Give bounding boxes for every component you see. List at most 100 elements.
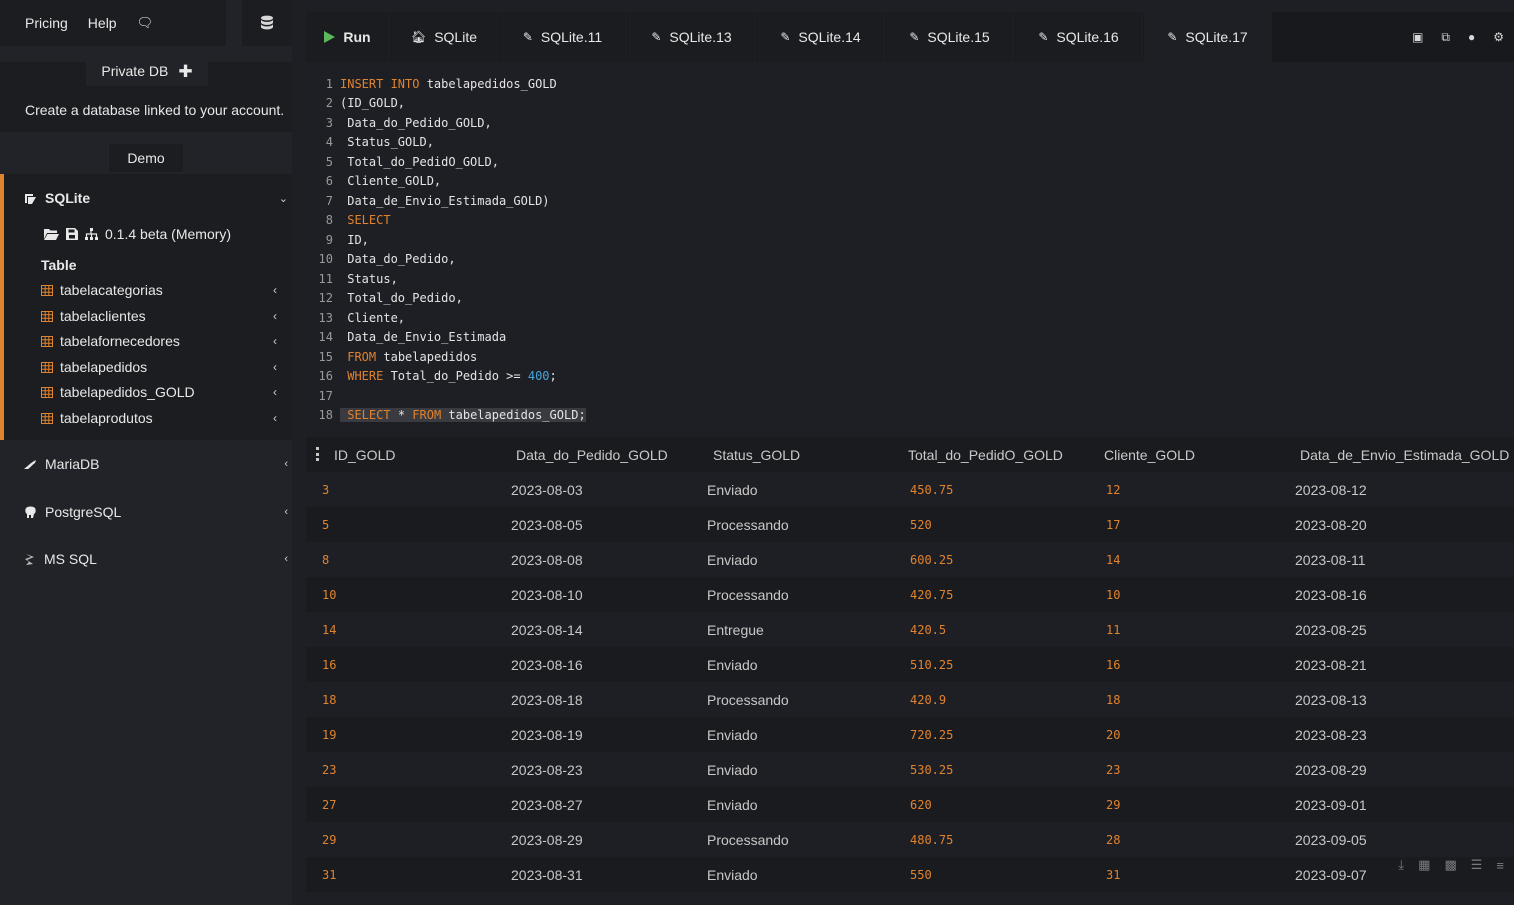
- sidebar-item-mariadb[interactable]: MariaDB ‹: [24, 456, 288, 472]
- table-row[interactable]: 5 2023-08-05 Processando 520 17 2023-08-20: [306, 507, 1514, 542]
- download-icon[interactable]: ⤓: [1398, 857, 1404, 873]
- table-cell: 16: [322, 657, 337, 672]
- table-cell: 14: [322, 622, 337, 637]
- sitemap-icon[interactable]: [85, 227, 98, 241]
- line-number: 1: [325, 76, 333, 91]
- folder-open-icon[interactable]: [44, 228, 59, 240]
- table-row[interactable]: 23 2023-08-23 Enviado 530.25 23 2023-08-29: [306, 752, 1514, 787]
- line-number: 11: [318, 271, 333, 286]
- table-row[interactable]: 10 2023-08-10 Processando 420.75 10 2023-08-1…: [306, 577, 1514, 612]
- tab-sqlite-13[interactable]: ✎ SQLite.13: [628, 12, 756, 62]
- help-link[interactable]: Help: [88, 15, 117, 31]
- sqlite-version: 0.1.4 beta (Memory): [105, 226, 232, 242]
- line-number: 3: [325, 115, 333, 130]
- table-cell: 2023-08-05: [511, 516, 583, 533]
- tab-sqlite[interactable]: 🏠︎ SQLite: [391, 12, 498, 62]
- tab-label: SQLite.17: [1185, 29, 1248, 45]
- table-cell: 2023-09-05: [1295, 831, 1367, 848]
- tab-sqlite-14[interactable]: ✎ SQLite.14: [757, 12, 885, 62]
- user-icon[interactable]: ●: [1468, 30, 1475, 44]
- table-cell: 2023-08-13: [1295, 691, 1367, 708]
- sqlite-feather-icon: [25, 193, 36, 204]
- play-icon: [324, 31, 336, 43]
- column-header[interactable]: Status_GOLD: [713, 437, 800, 472]
- tab-label: SQLite.15: [927, 29, 990, 45]
- table-cell: 480.75: [910, 832, 954, 847]
- private-db-description: Create a database linked to your account…: [25, 102, 285, 118]
- sidebar-item-mssql[interactable]: MS SQL ‹: [24, 551, 288, 567]
- column-header[interactable]: ID_GOLD: [334, 437, 395, 472]
- table-cell: 420.75: [910, 587, 954, 602]
- column-menu-icon[interactable]: [316, 447, 320, 461]
- tab-sqlite-15[interactable]: ✎ SQLite.15: [886, 12, 1014, 62]
- run-button[interactable]: Run: [306, 12, 390, 62]
- chat-icon[interactable]: 🗨: [137, 15, 154, 31]
- sidebar-item-postgresql[interactable]: PostgreSQL ‹: [24, 504, 288, 520]
- code-line: SELECT: [347, 212, 391, 227]
- tab-sqlite-16[interactable]: ✎ SQLite.16: [1015, 12, 1143, 62]
- table-cell: 19: [322, 727, 337, 742]
- table-cell: 2023-08-25: [1295, 621, 1367, 638]
- sidebar-table-item[interactable]: tabelafornecedores ‹: [41, 333, 281, 349]
- table-cell: 2023-08-11: [1295, 551, 1366, 568]
- home-icon: 🏠︎: [410, 30, 427, 44]
- sidebar-table-item[interactable]: tabelapedidos_GOLD ‹: [41, 384, 281, 400]
- table-row[interactable]: 19 2023-08-19 Enviado 720.25 20 2023-08-23: [306, 717, 1514, 752]
- table-cell: Processando: [707, 831, 789, 848]
- tab-label: SQLite.13: [669, 29, 732, 45]
- chart-icon[interactable]: ▩: [1444, 857, 1456, 873]
- sql-editor[interactable]: 1 INSERT INTO tabelapedidos_GOLD 2 (ID_GOL…: [306, 62, 1514, 434]
- table-cell: Processando: [707, 691, 789, 708]
- table-view-icon[interactable]: ▦: [1418, 857, 1430, 873]
- tab-sqlite-11[interactable]: ✎ SQLite.11: [499, 12, 627, 62]
- column-header[interactable]: Total_do_PedidO_GOLD: [908, 437, 1063, 472]
- table-row[interactable]: 3 2023-08-03 Enviado 450.75 12 2023-08-12: [306, 472, 1514, 507]
- table-row[interactable]: 14 2023-08-14 Entregue 420.5 11 2023-08-25: [306, 612, 1514, 647]
- line-number: 12: [318, 290, 333, 305]
- share-icon[interactable]: ⧉: [1441, 30, 1450, 45]
- table-row[interactable]: 8 2023-08-08 Enviado 600.25 14 2023-08-11: [306, 542, 1514, 577]
- menu-icon[interactable]: ≡: [1496, 858, 1504, 873]
- save-icon[interactable]: [66, 228, 78, 240]
- sidebar-table-item[interactable]: tabelaprodutos ‹: [41, 410, 281, 426]
- table-cell: 11: [1106, 622, 1121, 637]
- database-icon: [261, 15, 273, 30]
- table-cell: 2023-08-08: [511, 551, 583, 568]
- line-number: 5: [325, 154, 333, 169]
- table-cell: 720.25: [910, 727, 954, 742]
- add-tab-icon[interactable]: ▣: [1412, 30, 1423, 44]
- private-db-button[interactable]: Private DB ✚: [86, 56, 208, 86]
- pricing-link[interactable]: Pricing: [25, 15, 68, 31]
- column-header[interactable]: Data_do_Pedido_GOLD: [516, 437, 668, 472]
- column-header[interactable]: Cliente_GOLD: [1104, 437, 1195, 472]
- column-header[interactable]: Data_de_Envio_Estimada_GOLD: [1300, 437, 1509, 472]
- table-row[interactable]: 18 2023-08-18 Processando 420.9 18 2023-08-13: [306, 682, 1514, 717]
- code-line: Status_GOLD,: [340, 134, 434, 149]
- sidebar-table-item[interactable]: tabelapedidos ‹: [41, 359, 281, 375]
- database-button[interactable]: [242, 0, 292, 46]
- tab-label: SQLite: [434, 29, 478, 45]
- gear-icon[interactable]: ⚙: [1493, 30, 1504, 44]
- results-toolbar: ⤓ ▦ ▩ ☰ ≡: [1398, 857, 1504, 873]
- mssql-icon: [25, 553, 34, 565]
- line-number: 18: [318, 407, 333, 422]
- table-row[interactable]: 27 2023-08-27 Enviado 620 29 2023-09-01: [306, 787, 1514, 822]
- sidebar: Pricing Help 🗨 Private DB ✚ Create a dat…: [0, 0, 292, 905]
- code-line: SELECT * FROM tabelapedidos_GOLD;: [333, 407, 586, 422]
- table-row[interactable]: 16 2023-08-16 Enviado 510.25 16 2023-08-21: [306, 647, 1514, 682]
- table-row[interactable]: 29 2023-08-29 Processando 480.75 28 2023-09-0…: [306, 822, 1514, 857]
- book-icon[interactable]: ☰: [1471, 857, 1483, 873]
- table-row[interactable]: 31 2023-08-31 Enviado 550 31 2023-09-07: [306, 857, 1514, 892]
- code-line: Total_do_PedidO_GOLD,: [340, 154, 499, 169]
- table-cell: 31: [322, 867, 337, 882]
- edit-icon: ✎: [522, 30, 533, 44]
- tab-sqlite-17[interactable]: ✎ SQLite.17: [1144, 12, 1272, 62]
- table-cell: 28: [1106, 832, 1121, 847]
- table-cell: Entregue: [707, 621, 764, 638]
- sidebar-table-item[interactable]: tabelacategorias ‹: [41, 282, 281, 298]
- sidebar-table-item[interactable]: tabelaclientes ‹: [41, 308, 281, 324]
- table-cell: 2023-08-29: [511, 831, 583, 848]
- line-number: 14: [318, 329, 333, 344]
- table-cell: 2023-08-12: [1295, 481, 1367, 498]
- sidebar-item-sqlite[interactable]: SQLite ⌄: [24, 190, 288, 206]
